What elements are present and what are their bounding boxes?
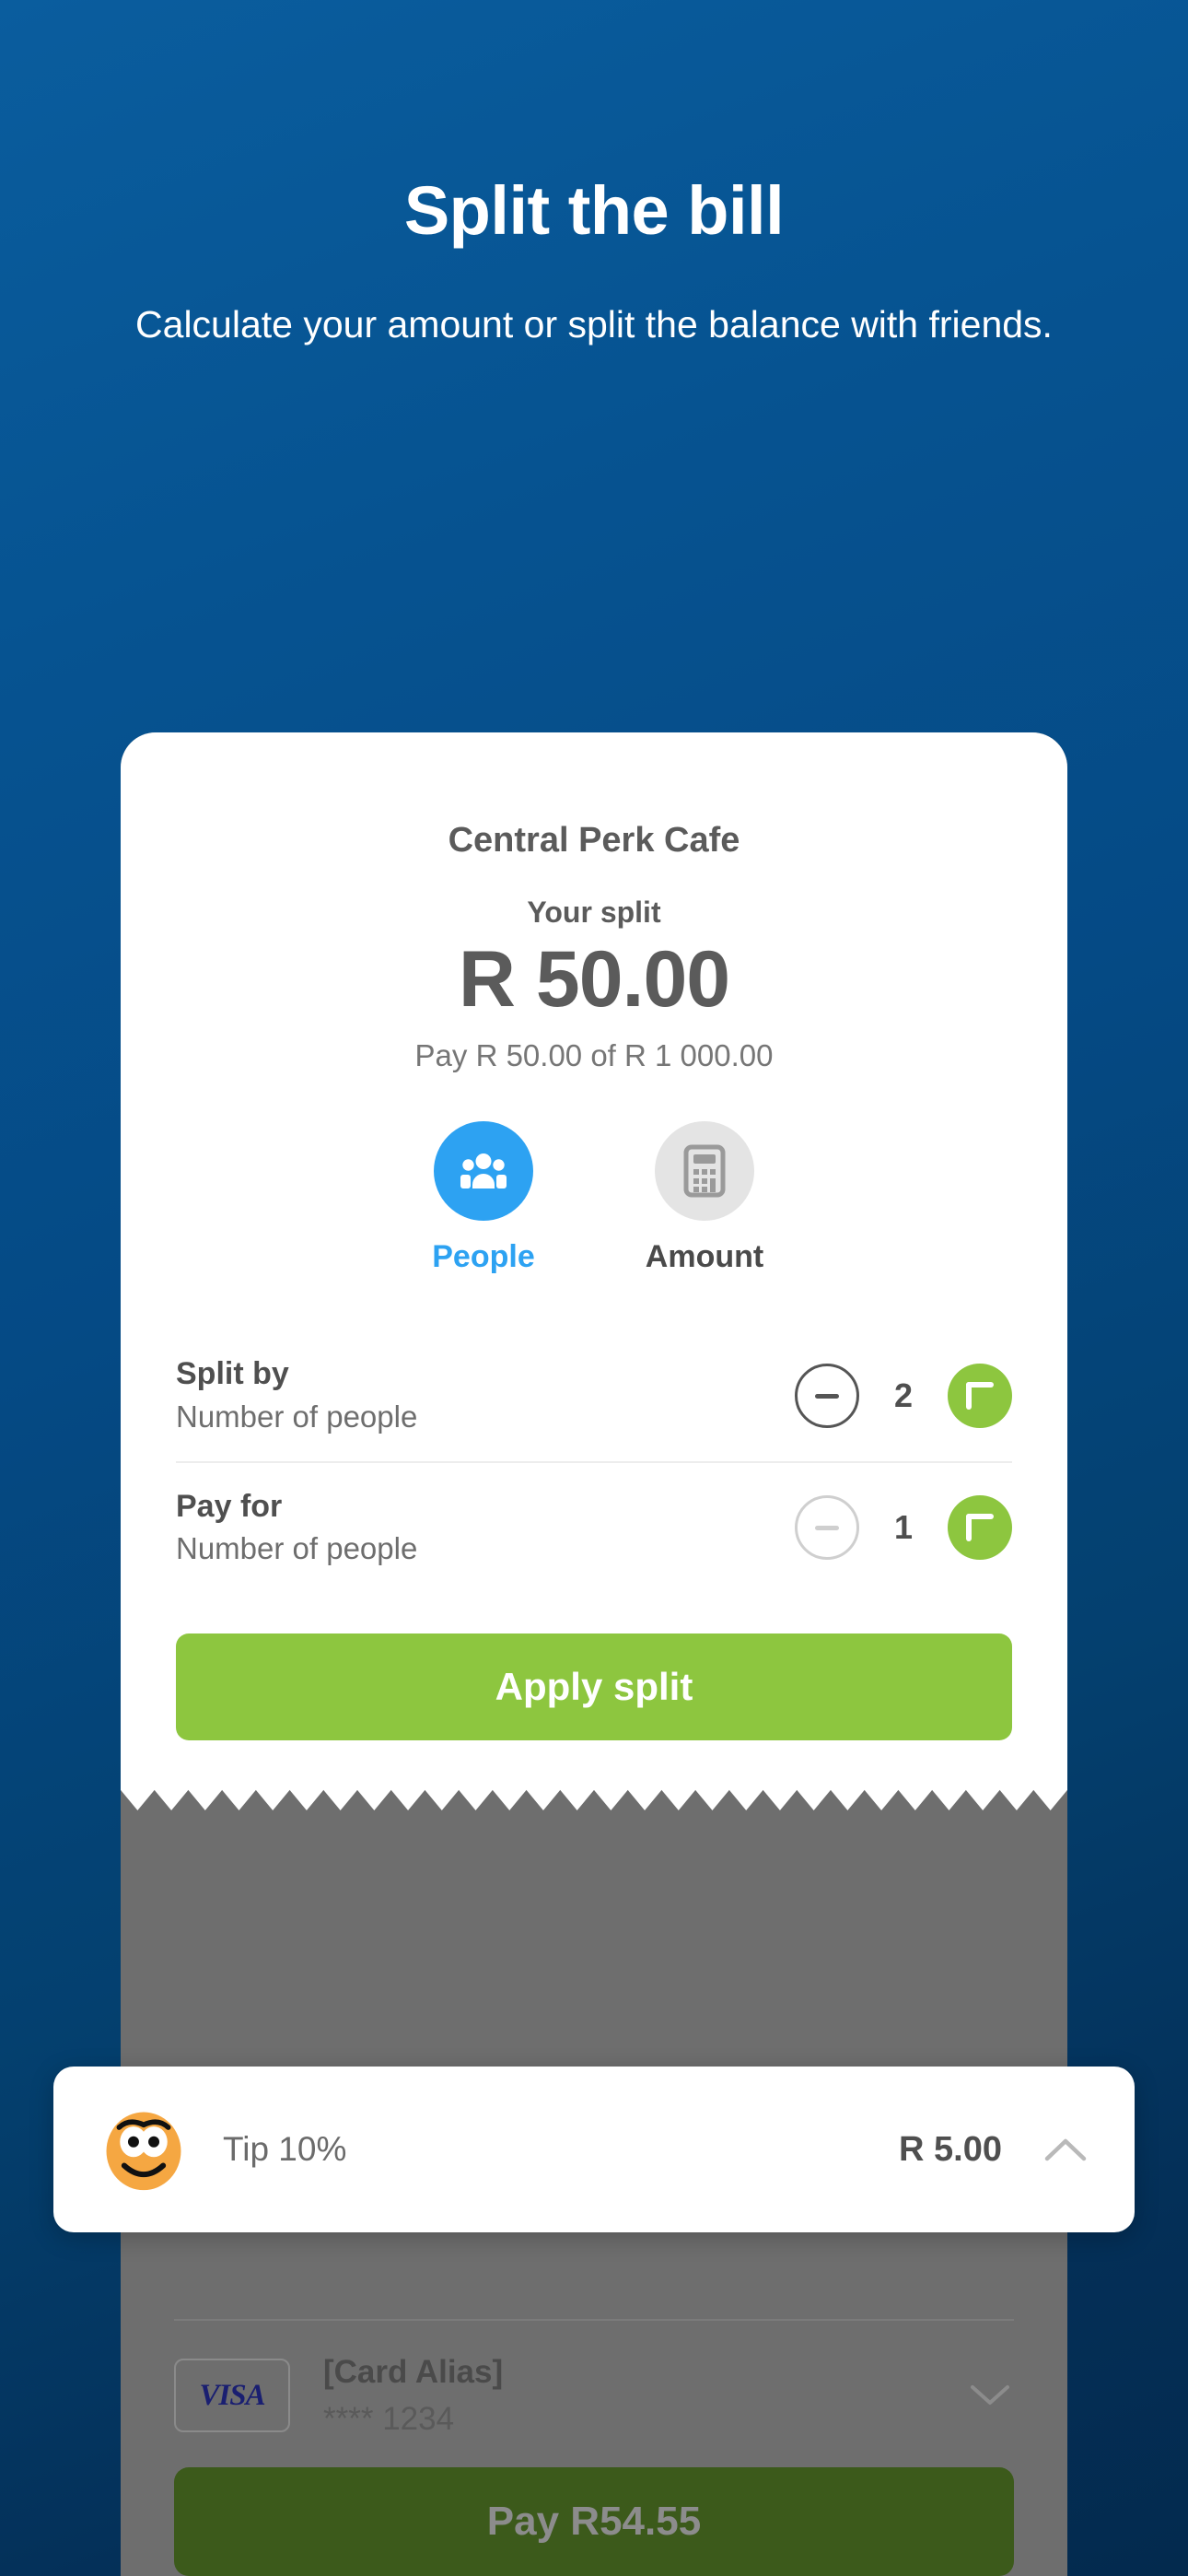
stepper-pay-for-title: Pay for — [176, 1488, 283, 1524]
card-alias: [Card Alias] — [323, 2353, 504, 2390]
stepper-split-by: Split by Number of people 2 — [176, 1330, 1012, 1460]
payment-section: VISA [Card Alias] **** 1234 Pay R54.55 — [121, 2318, 1067, 2576]
stepper-pay-for: Pay for Number of people 1 — [176, 1463, 1012, 1593]
stepper-pay-for-controls: 1 — [795, 1495, 1012, 1561]
split-by-increment-button[interactable] — [948, 1364, 1012, 1428]
tip-label: Tip 10% — [223, 2130, 347, 2168]
stepper-pay-for-labels: Pay for Number of people — [176, 1487, 795, 1569]
hero-header: Split the bill Calculate your amount or … — [0, 0, 1188, 350]
split-by-decrement-button[interactable] — [795, 1364, 859, 1428]
visa-logo-icon: VISA — [174, 2359, 290, 2433]
stepper-pay-for-subtitle: Number of people — [176, 1531, 418, 1566]
stepper-list: Split by Number of people 2 Pay for Numb… — [176, 1330, 1012, 1593]
merchant-name: Central Perk Cafe — [448, 821, 740, 860]
page-subtitle: Calculate your amount or split the balan… — [135, 302, 1053, 345]
stepper-split-by-labels: Split by Number of people — [176, 1354, 795, 1436]
pay-of-total-text: Pay R 50.00 of R 1 000.00 — [414, 1038, 774, 1073]
split-amount-value: R 50.00 — [458, 935, 730, 1024]
tip-bar[interactable]: Tip 10% R 5.00 — [53, 2067, 1135, 2232]
card-number-masked: **** 1234 — [323, 2400, 455, 2437]
smiley-face-emoji — [106, 2112, 181, 2191]
minus-icon — [815, 1525, 839, 1530]
card-details: [Card Alias] **** 1234 — [323, 2352, 970, 2440]
payment-card-selector[interactable]: VISA [Card Alias] **** 1234 — [174, 2321, 1014, 2467]
visa-logo-text: VISA — [199, 2378, 265, 2412]
receipt-bottom-spacer — [176, 1740, 1012, 1779]
stepper-split-by-subtitle: Number of people — [176, 1399, 418, 1434]
apply-split-button[interactable]: Apply split — [176, 1633, 1012, 1741]
plus-icon — [966, 1514, 994, 1542]
people-group-icon — [434, 1121, 533, 1222]
chevron-down-icon[interactable] — [970, 2383, 1010, 2407]
pay-for-decrement-button[interactable] — [795, 1495, 859, 1561]
chevron-up-icon[interactable] — [1044, 2137, 1087, 2162]
page-title: Split the bill — [403, 172, 785, 249]
your-split-label: Your split — [527, 896, 661, 929]
split-by-value: 2 — [893, 1376, 914, 1414]
mode-amount-label: Amount — [645, 1239, 764, 1275]
tip-amount: R 5.00 — [899, 2129, 1002, 2169]
stepper-split-by-controls: 2 — [795, 1364, 1012, 1428]
plus-icon — [966, 1382, 994, 1410]
pay-button[interactable]: Pay R54.55 — [174, 2467, 1014, 2576]
receipt-torn-edge — [121, 1779, 1067, 1810]
mode-amount[interactable]: Amount — [622, 1121, 787, 1275]
split-bill-screen: Split the bill Calculate your amount or … — [0, 0, 1188, 2576]
pay-for-increment-button[interactable] — [948, 1495, 1012, 1561]
minus-icon — [815, 1393, 839, 1399]
split-bill-card: Central Perk Cafe Your split R 50.00 Pay… — [121, 732, 1067, 1780]
mode-people[interactable]: People — [401, 1121, 566, 1275]
calculator-icon — [655, 1121, 754, 1222]
pay-for-value: 1 — [893, 1508, 914, 1547]
stepper-split-by-title: Split by — [176, 1356, 289, 1392]
mode-people-label: People — [432, 1239, 535, 1275]
split-mode-toggle: People Amount — [176, 1121, 1012, 1275]
